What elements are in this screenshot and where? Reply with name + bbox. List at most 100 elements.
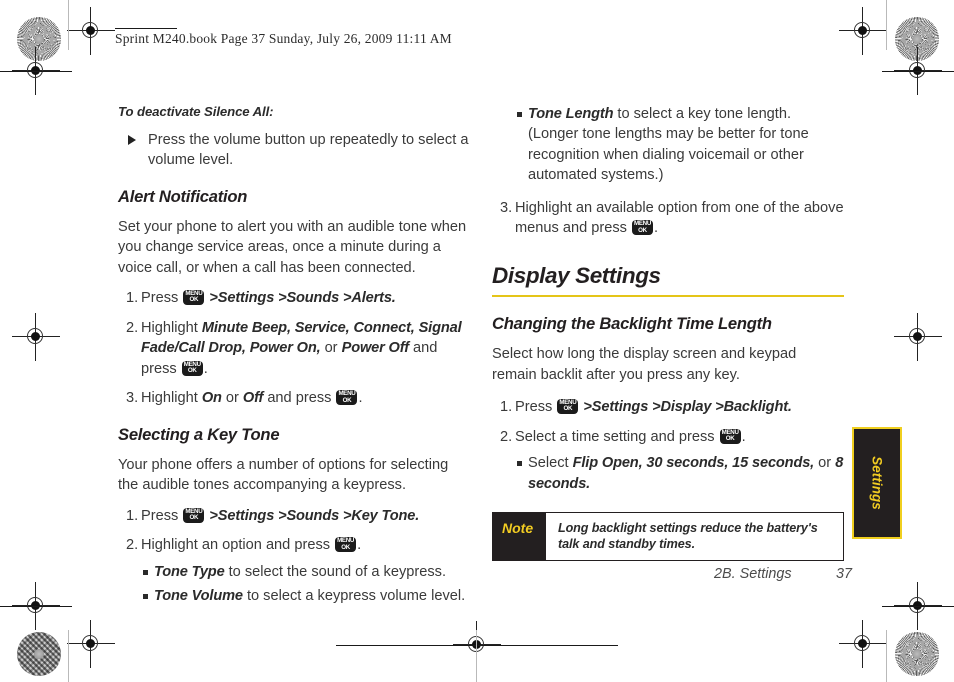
heading-selecting-key-tone: Selecting a Key Tone	[118, 425, 280, 444]
step-item: 1. Press MENU OK >Settings >Display >Back…	[492, 397, 844, 418]
menu-path: >Settings >Display >Backlight.	[583, 399, 792, 416]
trim-rule-bottom-center-right	[478, 644, 618, 646]
bleed-guide-right-bottom	[886, 630, 888, 682]
step-item: 1. Press MENU OK >Settings >Sounds >Alert…	[118, 288, 470, 309]
step-text: Select a time setting and press	[515, 428, 719, 445]
registration-rosette-top-left	[17, 17, 61, 61]
step-conjunction: or	[221, 390, 243, 407]
triangle-bullet-icon	[128, 130, 148, 171]
left-column: To deactivate Silence All: Press the vol…	[118, 104, 470, 620]
step-body: Highlight On or Off and press MENU OK.	[141, 390, 363, 407]
step-body: Press MENU OK >Settings >Sounds >Key Tone…	[141, 506, 470, 527]
step-number: 3.	[126, 390, 139, 407]
steps-key-tone: 1. Press MENU OK >Settings >Sounds >Key T…	[118, 506, 470, 611]
bleed-guide-left	[68, 0, 70, 50]
option-term: Tone Volume	[154, 588, 243, 605]
step-item: 2. Highlight an option and press MENU OK.…	[118, 535, 470, 610]
step-item: 1. Press MENU OK >Settings >Sounds >Key T…	[118, 506, 470, 527]
step-number: 1.	[126, 507, 139, 524]
option-times: Flip Open, 30 seconds, 15 seconds,	[572, 455, 815, 472]
note-box: Note Long backlight settings reduce the …	[492, 512, 844, 562]
step-number: 2.	[126, 537, 139, 554]
step-number: 3.	[500, 199, 513, 216]
step-item: 2. Highlight Minute Beep, Service, Conne…	[118, 318, 470, 380]
registration-target-bottom-right	[839, 620, 887, 668]
step-body: Press MENU OK >Settings >Sounds >Alerts.	[141, 288, 470, 309]
option-off: Off	[242, 390, 264, 407]
option-conjunction: or	[814, 455, 836, 472]
arrow-bullet-volume: Press the volume button up repeatedly to…	[128, 130, 470, 171]
option-term: Tone Type	[154, 564, 225, 580]
footer-page-number: 37	[836, 566, 853, 582]
step-body: Highlight an option and press MENU OK. To…	[141, 535, 470, 610]
thumb-tab-settings: Settings	[852, 427, 902, 539]
footer-chapter: 2B. Settings	[714, 566, 792, 582]
menu-ok-key-icon: MENU OK	[183, 290, 205, 306]
step-number: 1.	[500, 399, 513, 416]
menu-ok-key-icon: MENU OK	[557, 399, 579, 415]
option-pre: Select	[528, 455, 573, 472]
registration-rosette-bottom-right	[895, 632, 939, 676]
trim-rule-bottom-center-left	[336, 644, 476, 646]
option-power-off: Power Off	[341, 340, 409, 357]
list-item: Select Flip Open, 30 seconds, 15 seconds…	[515, 453, 844, 494]
step-conjunction: or	[320, 340, 342, 357]
bleed-guide-right	[886, 0, 888, 50]
step-text: Press	[141, 290, 183, 307]
step-text: Highlight	[141, 319, 202, 336]
step-number: 2.	[500, 428, 513, 445]
heading-backlight-time-length: Changing the Backlight Time Length	[492, 314, 772, 334]
arrow-bullet-text: Press the volume button up repeatedly to…	[148, 132, 469, 169]
step-text-post: .	[741, 428, 746, 445]
keytone-option-list: Tone Type to select the sound of a keypr…	[141, 562, 470, 607]
registration-target-left-middle	[12, 313, 60, 361]
option-desc: to select the sound of a keypress.	[224, 564, 447, 580]
list-item: Tone Volume to select a keypress volume …	[141, 586, 470, 606]
registration-target-top-right	[839, 7, 887, 55]
steps-key-tone-continued: 3. Highlight an available option from on…	[492, 198, 844, 239]
menu-path: >Settings >Sounds >Key Tone.	[209, 507, 420, 524]
step-body: Highlight Minute Beep, Service, Connect,…	[141, 319, 462, 377]
step-number: 2.	[126, 319, 139, 336]
trim-rule-left-top	[0, 70, 72, 72]
menu-ok-key-icon: MENU OK	[335, 537, 357, 553]
step-text: Press	[515, 399, 557, 416]
note-label: Note	[493, 513, 546, 561]
manual-page: Sprint M240.book Page 37 Sunday, July 26…	[0, 0, 954, 682]
heading-alert-notification: Alert Notification	[118, 186, 248, 206]
menu-ok-key-icon: MENU OK	[183, 507, 205, 523]
list-item: Tone Length to select a key tone length.…	[515, 104, 844, 186]
chapter-heading-rule	[492, 294, 844, 298]
right-column: Tone Length to select a key tone length.…	[492, 104, 844, 562]
step-body: Press MENU OK >Settings >Display >Backlig…	[515, 397, 844, 418]
lead-in-deactivate-silence: To deactivate Silence All:	[118, 104, 274, 119]
step-item: 2. Select a time setting and press MENU O…	[492, 427, 844, 496]
step-body: Highlight an available option from one o…	[515, 198, 844, 239]
thumb-tab-label: Settings	[869, 456, 885, 510]
note-text: Long backlight settings reduce the batte…	[558, 521, 818, 552]
trim-rule-right-bottom	[882, 605, 954, 607]
step-text-post: .	[357, 537, 362, 554]
registration-target-right-middle	[894, 313, 942, 361]
heading-display-settings: Display Settings	[492, 262, 661, 288]
para-keytone-intro: Your phone offers a number of options fo…	[118, 457, 449, 494]
steps-alert-notification: 1. Press MENU OK >Settings >Sounds >Alert…	[118, 288, 470, 409]
step-text: Highlight	[141, 390, 202, 407]
trim-rule-left-bottom	[0, 605, 72, 607]
trim-rule-right-top	[882, 70, 954, 72]
option-term: Tone Length	[528, 106, 614, 122]
step-text: Highlight an available option from one o…	[515, 199, 844, 237]
step-text: Press	[141, 507, 183, 524]
step-text-post: and press	[263, 390, 336, 407]
menu-path: >Settings >Sounds >Alerts.	[209, 290, 396, 307]
para-backlight-intro: Select how long the display screen and k…	[492, 346, 797, 383]
slug-rule	[115, 28, 177, 30]
step-item: 3. Highlight an available option from on…	[492, 198, 844, 239]
step-text: Highlight an option and press	[141, 537, 335, 554]
bleed-guide-center-bottom	[476, 630, 478, 682]
backlight-option-list: Select Flip Open, 30 seconds, 15 seconds…	[515, 453, 844, 494]
steps-backlight: 1. Press MENU OK >Settings >Display >Back…	[492, 397, 844, 496]
list-item: Tone Type to select the sound of a keypr…	[141, 562, 470, 582]
registration-target-top-left	[67, 7, 115, 55]
registration-target-bottom-left	[67, 620, 115, 668]
